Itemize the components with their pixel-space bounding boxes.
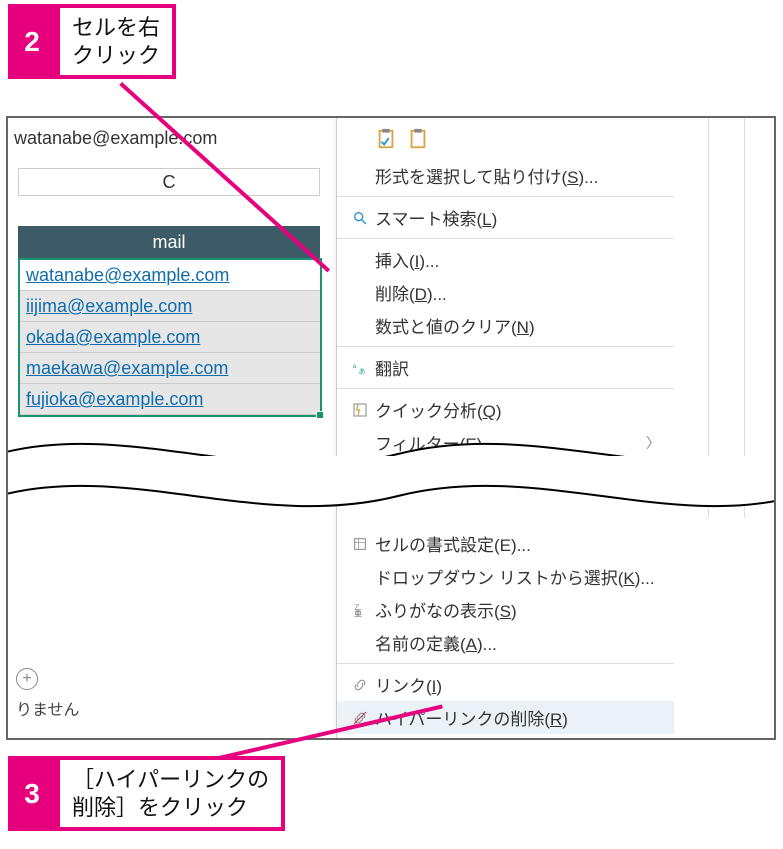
menu-item[interactable]: ドロップダウン リストから選択(K)... (337, 560, 674, 593)
menu-separator (337, 238, 674, 239)
menu-item-label: スマート検索(L) (373, 205, 674, 230)
menu-item-label: 削除(D)... (373, 280, 674, 305)
menu-item[interactable]: 形式を選択して貼り付け(S)... (337, 159, 674, 192)
menu-item[interactable]: スマート検索(L) (337, 201, 674, 234)
callout-text: ［ハイパーリンクの 削除］をクリック (56, 756, 285, 831)
callout-number: 2 (8, 4, 56, 79)
cell-link[interactable]: maekawa@example.com (20, 353, 320, 384)
link-icon (347, 677, 373, 693)
callout-text: セルを右 クリック (56, 4, 176, 79)
status-text: りません (16, 696, 80, 720)
context-menu: 形式を選択して貼り付け(S)... スマート検索(L) 挿入(I)... 削除(D).… (336, 118, 674, 740)
menu-item[interactable]: 削除(D)... (337, 276, 674, 309)
menu-item-label: 形式を選択して貼り付け(S)... (373, 163, 674, 188)
menu-item[interactable]: 数式と値のクリア(N) (337, 309, 674, 342)
callout-number: 3 (8, 756, 56, 831)
menu-separator (337, 196, 674, 197)
clipboard-icon[interactable] (407, 128, 429, 155)
menu-item[interactable]: セルの書式設定(E)... (337, 527, 674, 560)
menu-item-label: 数式と値のクリア(N) (373, 313, 674, 338)
add-sheet-button[interactable]: + (16, 668, 38, 690)
menu-separator (337, 388, 674, 389)
cell-link[interactable]: watanabe@example.com (20, 260, 320, 291)
menu-item-label: ふりがなの表示(S) (373, 597, 674, 622)
menu-separator (337, 663, 674, 664)
column-header-c[interactable]: C (18, 168, 320, 196)
menu-item-label: クイック分析(Q) (373, 397, 674, 422)
callout-step-3: 3 ［ハイパーリンクの 削除］をクリック (8, 756, 285, 831)
table-header-mail: mail (18, 226, 320, 258)
spreadsheet-window: watanabe@example.com C mail watanabe@exa… (6, 116, 776, 740)
menu-item-label: リンク(I) (373, 672, 674, 697)
menu-item[interactable]: フィルター(E)〉 (337, 426, 674, 459)
menu-item[interactable]: 名前の定義(A)... (337, 626, 674, 659)
menu-item[interactable]: ア亜ふりがなの表示(S) (337, 593, 674, 626)
menu-item[interactable]: 挿入(I)... (337, 243, 674, 276)
furigana-icon: ア亜 (347, 602, 373, 618)
paste-icons-row (337, 118, 674, 159)
menu-item[interactable]: aあ翻訳 (337, 351, 674, 384)
menu-item-label: ドロップダウン リストから選択(K)... (373, 564, 674, 589)
menu-item[interactable]: リンク(I) (337, 668, 674, 701)
cell-link[interactable]: okada@example.com (20, 322, 320, 353)
submenu-arrow-icon: 〉 (646, 433, 674, 453)
search-icon (347, 210, 373, 226)
format-icon (347, 536, 373, 552)
quick-icon (347, 402, 373, 418)
menu-item[interactable]: クイック分析(Q) (337, 393, 674, 426)
formula-bar[interactable]: watanabe@example.com (14, 128, 324, 149)
svg-text:亜: 亜 (354, 609, 362, 618)
menu-separator (337, 346, 674, 347)
grid-lines (674, 118, 774, 518)
svg-text:あ: あ (359, 367, 366, 375)
selected-cell-range[interactable]: watanabe@example.com iijima@example.com … (18, 258, 322, 417)
translate-icon: aあ (347, 360, 373, 376)
cell-link[interactable]: fujioka@example.com (20, 384, 320, 415)
callout-step-2: 2 セルを右 クリック (8, 4, 176, 79)
menu-item-label: セルの書式設定(E)... (373, 531, 674, 556)
menu-item-label: 翻訳 (373, 355, 674, 380)
svg-text:a: a (353, 363, 357, 370)
selection-handle[interactable] (316, 411, 324, 419)
cell-link[interactable]: iijima@example.com (20, 291, 320, 322)
menu-item-label: フィルター(E) (373, 430, 646, 455)
paste-icon[interactable] (375, 128, 397, 155)
menu-item-label: 名前の定義(A)... (373, 630, 674, 655)
menu-item-label: 挿入(I)... (373, 247, 674, 272)
